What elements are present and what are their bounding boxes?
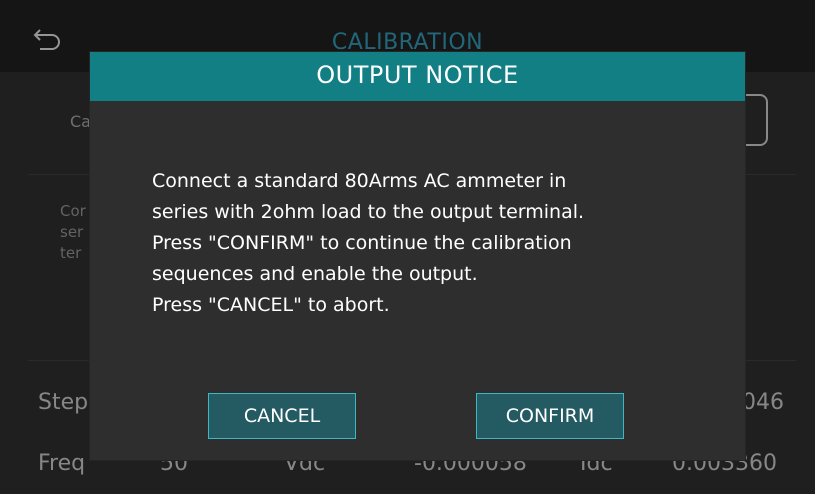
dialog-header: OUTPUT NOTICE [90,52,745,101]
message-line: series with 2ohm load to the output term… [152,201,585,223]
message-line: Press "CANCEL" to abort. [152,294,390,316]
message-line: Connect a standard 80Arms AC ammeter in [152,170,567,192]
message-line: sequences and enable the output. [152,263,478,285]
dialog-message: Connect a standard 80Arms AC ammeter in … [152,166,712,321]
calibration-screen: CALIBRATION Ca Cor ser ter Step 046 Freq… [0,0,815,494]
cancel-button[interactable]: CANCEL [208,393,356,439]
message-line: Press "CONFIRM" to continue the calibrat… [152,232,572,254]
output-notice-dialog: OUTPUT NOTICE Connect a standard 80Arms … [90,52,745,460]
confirm-button[interactable]: CONFIRM [476,393,624,439]
dialog-title: OUTPUT NOTICE [316,61,519,89]
